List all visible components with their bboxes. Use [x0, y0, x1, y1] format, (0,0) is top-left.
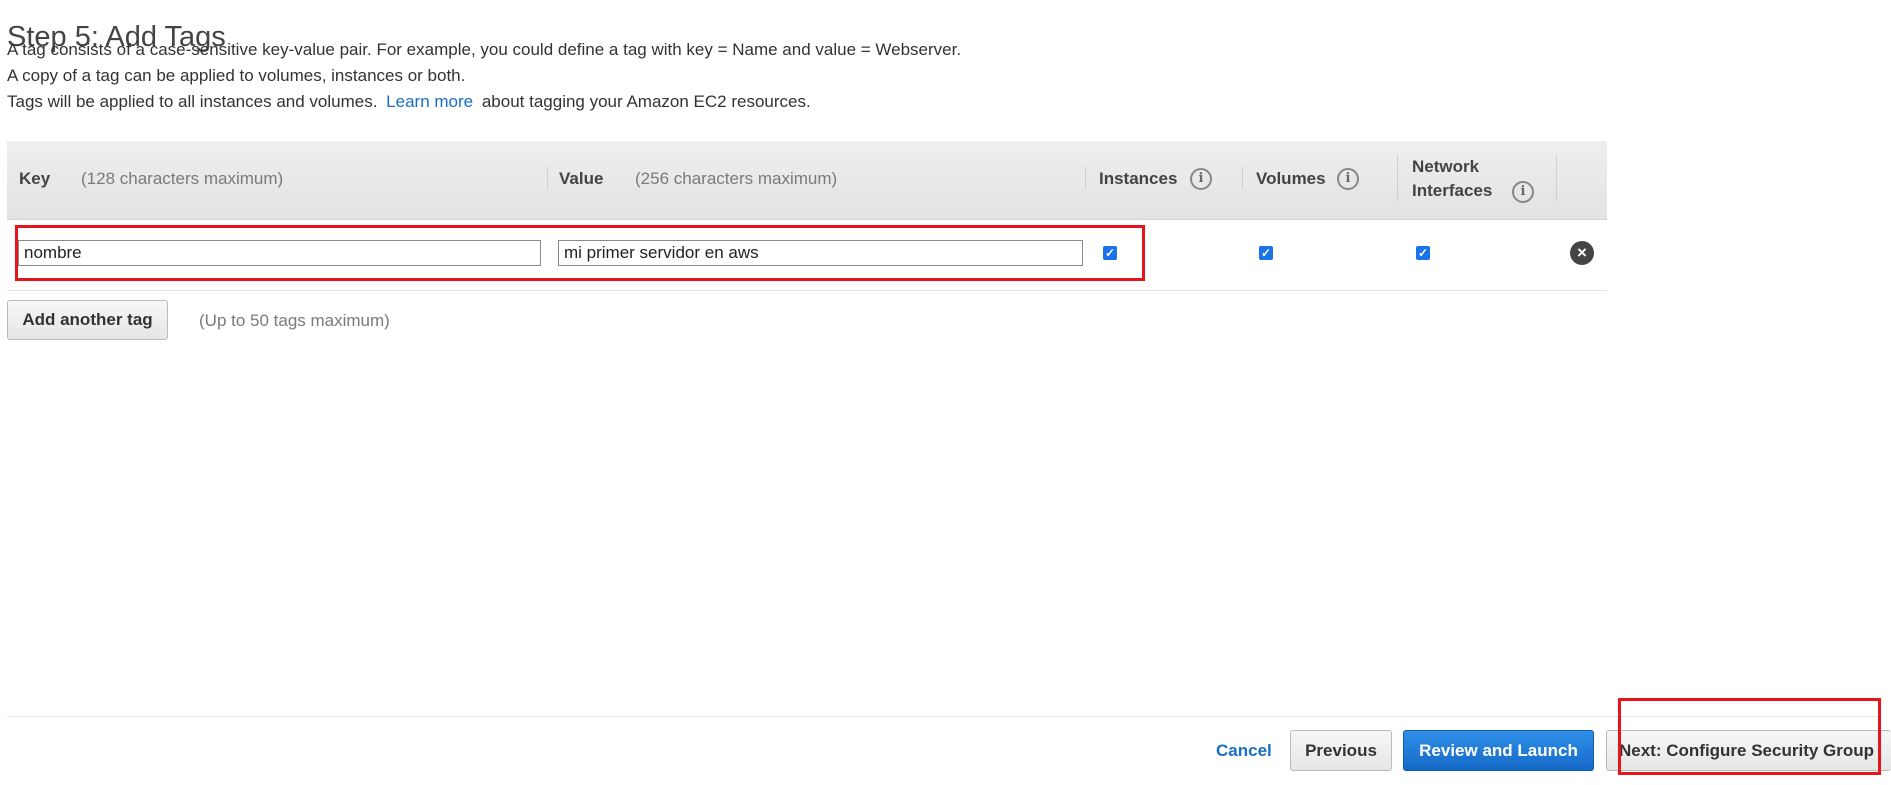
description-line-1: A tag consists of a case-sensitive key-v… — [7, 40, 962, 59]
key-column-header: Key — [19, 169, 51, 188]
description-line-3: Tags will be applied to all instances an… — [7, 92, 811, 112]
column-divider — [1397, 155, 1398, 201]
column-divider — [547, 167, 548, 189]
previous-button[interactable]: Previous — [1290, 730, 1392, 771]
value-column-hint: (256 characters maximum) — [635, 169, 838, 188]
info-icon[interactable]: i — [1512, 181, 1534, 203]
network-interfaces-header-line2: Interfaces — [1412, 181, 1493, 200]
tag-limit-hint: (Up to 50 tags maximum) — [199, 311, 390, 330]
description-text: about tagging your Amazon EC2 resources. — [481, 92, 811, 111]
value-column-header: Value — [559, 169, 604, 188]
info-icon[interactable]: i — [1337, 168, 1359, 190]
highlight-box — [1618, 698, 1881, 775]
cancel-link[interactable]: Cancel — [1216, 741, 1272, 761]
column-divider — [1085, 167, 1086, 189]
network-interfaces-checkbox[interactable]: ✓ — [1416, 246, 1430, 260]
review-and-launch-button[interactable]: Review and Launch — [1403, 730, 1594, 771]
instances-column-header: Instances — [1099, 169, 1178, 188]
key-column-hint: (128 characters maximum) — [81, 169, 284, 188]
info-icon[interactable]: i — [1190, 168, 1212, 190]
remove-tag-icon[interactable]: × — [1570, 241, 1594, 265]
volumes-column-header: Volumes — [1256, 169, 1326, 188]
table-header: Key (128 characters maximum) Value (256 … — [7, 141, 1607, 220]
description-text: Tags will be applied to all instances an… — [7, 92, 378, 111]
learn-more-link[interactable]: Learn more — [386, 92, 473, 111]
volumes-checkbox[interactable]: ✓ — [1259, 246, 1273, 260]
network-interfaces-header-line1: Network — [1412, 157, 1480, 176]
description-line-2: A copy of a tag can be applied to volume… — [7, 66, 466, 85]
add-another-tag-button[interactable]: Add another tag — [7, 300, 168, 340]
footer-divider — [7, 716, 1879, 717]
highlight-box — [15, 225, 1145, 281]
column-divider — [1242, 167, 1243, 189]
column-divider — [1556, 155, 1557, 201]
